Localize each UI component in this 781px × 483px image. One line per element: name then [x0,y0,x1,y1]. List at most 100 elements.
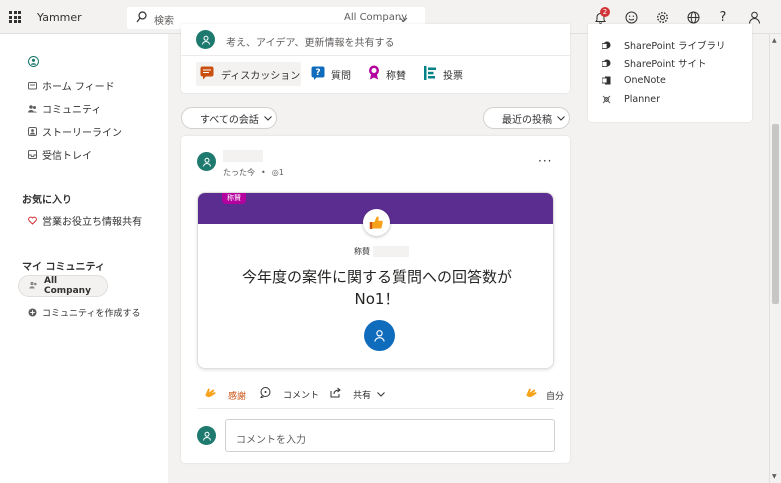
thanks-label: 感謝 [228,391,247,402]
nav-item-home-feed[interactable]: ホーム フィード [28,78,115,93]
help-icon[interactable]: ? [715,9,731,25]
profile-icon[interactable] [27,55,40,70]
globe-icon[interactable] [685,9,701,25]
community-icon [29,281,38,292]
reaction-summary[interactable]: 自分 [524,387,564,403]
comment-input[interactable]: コメントを入力 [225,419,555,452]
share-button[interactable]: 共有 [330,387,385,401]
reaction-self-label: 自分 [546,391,565,402]
onenote-icon [601,76,611,85]
eye-icon: ◎ [271,168,279,177]
comment-button[interactable]: コメント [259,387,320,401]
community-all-company[interactable]: All Company [18,275,108,297]
search-input[interactable]: 検索 [154,12,174,27]
scroll-up-icon[interactable]: ▲ [772,37,777,44]
app-title[interactable]: Yammer [37,11,82,24]
award-icon [368,65,380,83]
create-community-link[interactable]: コミュニティを作成する [28,306,140,319]
author-name-redacted [223,150,263,162]
nav-item-label: ホーム フィード [42,82,115,93]
people-icon [28,104,37,113]
scrollbar[interactable]: ▲ ▼ [769,34,781,483]
favorite-item[interactable]: 営業お役立ち情報共有 [28,213,142,228]
tab-praise[interactable]: 称賛 [368,62,406,86]
sort-filter[interactable]: 最近の投稿 [483,107,570,129]
app-link-sharepoint-site[interactable]: SharePoint サイト [601,56,707,70]
inbox-icon [28,150,37,159]
favorites-heading: お気に入り [22,195,72,206]
nav-item-inbox[interactable]: 受信トレイ [28,147,92,162]
app-link-label: SharePoint ライブラリ [624,41,726,52]
home-icon [28,81,37,90]
search-scope[interactable]: All Company [344,12,407,23]
app-link-label: SharePoint サイト [624,59,707,70]
nav-item-label: ストーリーライン [42,128,122,139]
nav-item-label: 受信トレイ [42,151,92,162]
post-card: たった今 • ◎ 1 ··· 称賛 称賛 今年度の案件に関する質問への回答数がN… [181,136,570,463]
praise-label: 称賛 [354,247,370,256]
smiley-icon[interactable] [623,9,639,25]
share-label: 共有 [353,390,372,401]
chevron-down-icon [264,115,272,121]
scrollbar-thumb[interactable] [772,124,779,304]
nav-item-communities[interactable]: コミュニティ [28,101,101,116]
clap-icon [524,387,543,403]
thumbs-up-icon [363,209,390,236]
community-label: All Company [44,276,91,296]
sort-filter-label: 最近の投稿 [502,114,552,126]
search-icon [136,11,147,26]
question-icon: ? [311,66,325,83]
app-link-onenote[interactable]: OneNote [601,75,666,86]
commenter-avatar [197,426,216,445]
left-nav: ホーム フィード コミュニティ ストーリーライン 受信トレイ お気に入り 営業お… [0,34,168,483]
praise-label-row: 称賛 [354,246,409,257]
create-community-label: コミュニティを作成する [42,309,141,319]
app-link-sharepoint-library[interactable]: SharePoint ライブラリ [601,38,726,52]
app-link-label: OneNote [624,75,666,86]
separator-dot: • [261,168,266,177]
app-link-planner[interactable]: Planner [602,94,660,105]
apps-card: SharePoint ライブラリ SharePoint サイト OneNote … [588,24,752,122]
composer-input[interactable]: 考え、アイデア、更新情報を共有する [226,34,395,49]
add-icon [28,308,37,317]
gear-icon[interactable] [654,9,670,25]
praise-tag: 称賛 [222,193,246,204]
seen-count: 1 [278,168,284,177]
poll-icon [424,65,437,83]
my-communities-heading: マイ コミュニティ [22,262,105,273]
more-options-icon[interactable]: ··· [538,155,552,167]
favorite-item-label: 営業お役立ち情報共有 [42,217,142,228]
praise-card: 称賛 称賛 今年度の案件に関する質問への回答数がNo1！ [197,192,554,369]
comment-label: コメント [283,390,320,401]
tab-label: 質問 [331,70,351,82]
heart-icon [28,216,37,225]
app-launcher-icon[interactable] [9,11,21,23]
nav-item-storyline[interactable]: ストーリーライン [28,124,122,139]
scroll-down-icon[interactable]: ▼ [772,473,777,480]
app-link-label: Planner [624,94,660,105]
comment-icon [259,387,277,401]
post-time: たった今 [223,168,255,177]
avatar [196,30,215,49]
storyline-icon [28,127,37,136]
thanks-button[interactable]: 感謝 [203,387,246,403]
recipient-name-redacted [373,246,409,257]
clap-icon [203,387,222,403]
notification-badge: 2 [600,7,610,17]
tab-label: 投票 [443,70,463,82]
conversations-filter-label: すべての会話 [200,114,259,126]
share-icon [330,387,347,401]
tab-question[interactable]: ? 質問 [311,62,351,86]
tab-discussion[interactable]: ディスカッション [196,62,301,86]
tab-poll[interactable]: 投票 [424,62,463,86]
divider [181,55,570,56]
discussion-icon [200,66,215,83]
user-icon[interactable] [746,9,762,25]
post-meta: たった今 • ◎ 1 [223,167,284,178]
author-avatar[interactable] [197,152,216,171]
praise-message: 今年度の案件に関する質問への回答数がNo1！ [242,268,513,308]
conversations-filter[interactable]: すべての会話 [181,107,277,129]
recipient-avatar[interactable] [364,320,395,351]
chevron-down-icon [557,115,565,121]
chevron-down-icon [377,391,385,397]
